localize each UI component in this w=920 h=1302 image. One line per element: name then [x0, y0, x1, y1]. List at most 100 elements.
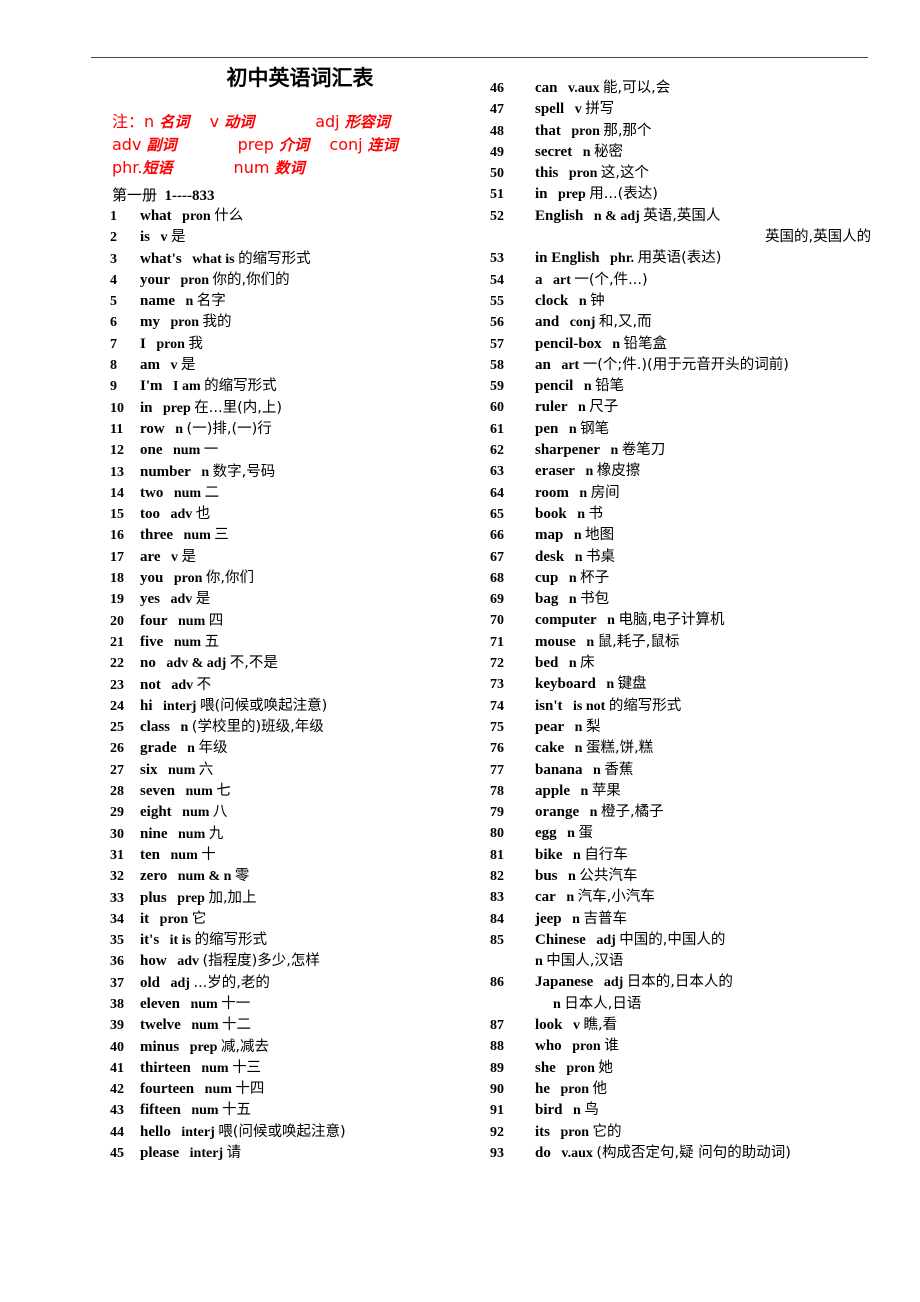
entry-definition: 一(个,件...): [574, 271, 648, 288]
entry-part-of-speech: n: [586, 634, 595, 650]
entry-definition: 钢笔: [580, 420, 610, 437]
entry-definition: 八: [212, 804, 228, 821]
entry-number: 60: [490, 400, 504, 416]
entry-number: 62: [490, 443, 504, 459]
entry-part-of-speech: n: [578, 293, 587, 309]
entry-word: am: [140, 357, 160, 374]
entry-definition: 你的,你们的: [212, 271, 290, 288]
entry-word: secret: [535, 143, 573, 160]
entry-part-of-speech: pron: [560, 1124, 590, 1140]
entry-number: 63: [490, 464, 504, 480]
entry-definition: 能,可以,会: [603, 80, 671, 96]
volume-heading: 第一册 1----833: [112, 186, 215, 204]
entry-number: 44: [110, 1124, 124, 1140]
entry-word: pear: [535, 718, 565, 735]
entry-word: thirteen: [140, 1059, 191, 1076]
entry-part-of-speech: n: [583, 379, 592, 395]
vocab-entry: 28 seven num 七: [110, 781, 490, 802]
entry-definition: 九: [208, 825, 224, 842]
entry-part-of-speech: n: [568, 570, 577, 586]
entry-part-of-speech: num: [185, 784, 213, 800]
entry-number: 42: [110, 1082, 124, 1098]
entry-definition: 十: [201, 846, 216, 863]
entry-definition: 橙子,橘子: [600, 804, 664, 821]
vocab-entry: 66 map n 地图: [490, 525, 910, 546]
entry-part-of-speech: n: [582, 144, 591, 160]
entry-definition: 鸟: [584, 1102, 599, 1119]
entry-definition: 请: [226, 1145, 242, 1162]
entry-word: six: [140, 761, 158, 778]
vocab-entry: 43 fifteen num 十五: [110, 1100, 490, 1121]
vocab-entry: 77 banana n 香蕉: [490, 760, 910, 781]
entry-word: please: [140, 1145, 180, 1162]
entry-part-of-speech: v.aux: [568, 81, 600, 96]
vocab-entry: 73 keyboard n 键盘: [490, 674, 910, 695]
entry-definition: 加,加上: [208, 889, 257, 906]
vocab-entry: 41 thirteen num 十三: [110, 1058, 490, 1079]
vocab-entry: 18 you pron 你,你们: [110, 568, 490, 589]
entry-part-of-speech: num: [173, 485, 202, 501]
entry-definition: 是: [195, 591, 211, 608]
entry-definition: 她: [598, 1059, 613, 1076]
entry-part-of-speech: n: [612, 336, 620, 352]
entry-word: desk: [535, 548, 565, 565]
entry-part-of-speech: art: [553, 272, 571, 288]
page-title: 初中英语词汇表: [226, 66, 374, 90]
entry-number: 11: [110, 421, 124, 437]
entry-word: too: [140, 506, 160, 523]
vocab-entry: 93 do v.aux (构成否定句,疑 问句的助动词): [490, 1143, 910, 1164]
entry-definition: 电脑,电子计算机: [618, 612, 725, 629]
entry-number: 15: [110, 507, 124, 523]
entry-part-of-speech: prep: [189, 1039, 218, 1055]
legend-line-1: 注：n 名词 v 动词 adj 形容词: [112, 112, 390, 131]
entry-word: pen: [535, 420, 559, 437]
entry-definition: 名字: [196, 293, 226, 310]
entry-number: 51: [490, 187, 504, 203]
entry-number: 92: [490, 1124, 504, 1140]
entry-part-of-speech: num: [204, 1082, 232, 1098]
vocab-entry: 84 jeep n 吉普车: [490, 909, 910, 930]
entry-word: in: [535, 186, 548, 203]
entry-definition: 书包: [580, 591, 610, 608]
entry-word: can: [535, 80, 558, 96]
vocab-entry: 40 minus prep 减,减去: [110, 1037, 490, 1058]
entry-definition: 用英语(表达): [637, 250, 722, 267]
entry-number: 3: [110, 251, 117, 267]
entry-definition: 铅笔: [595, 378, 625, 395]
entry-word: cup: [535, 569, 559, 586]
entry-part-of-speech: prep: [177, 890, 205, 906]
entry-part-of-speech: pron: [572, 1039, 601, 1055]
entry-definition: ...岁的,老的: [193, 974, 270, 991]
entry-word: how: [140, 953, 167, 970]
entry-word: my: [140, 314, 160, 331]
entry-part-of-speech: pron: [560, 1081, 590, 1097]
vocab-entry: 50 this pron 这,这个: [490, 163, 910, 184]
entry-definition: 四: [208, 612, 224, 629]
entry-definition: 一(个;件.)(用于元音开头的词前): [582, 356, 789, 373]
entry-word: bird: [535, 1102, 563, 1119]
entry-number: 77: [490, 762, 504, 778]
entry-part-of-speech: prep: [163, 400, 191, 416]
entry-number: 29: [110, 805, 124, 821]
entry-part-of-speech: I am: [173, 379, 201, 395]
entry-word: do: [535, 1144, 551, 1161]
entry-part-of-speech: adv: [171, 677, 194, 693]
entry-number: 85: [490, 932, 504, 948]
entry-number: 81: [490, 847, 504, 863]
entry-part-of-speech: art: [561, 357, 580, 373]
entry-number: 56: [490, 315, 504, 331]
entry-part-of-speech: n: [573, 1103, 581, 1119]
entry-definition: 他: [592, 1080, 608, 1097]
